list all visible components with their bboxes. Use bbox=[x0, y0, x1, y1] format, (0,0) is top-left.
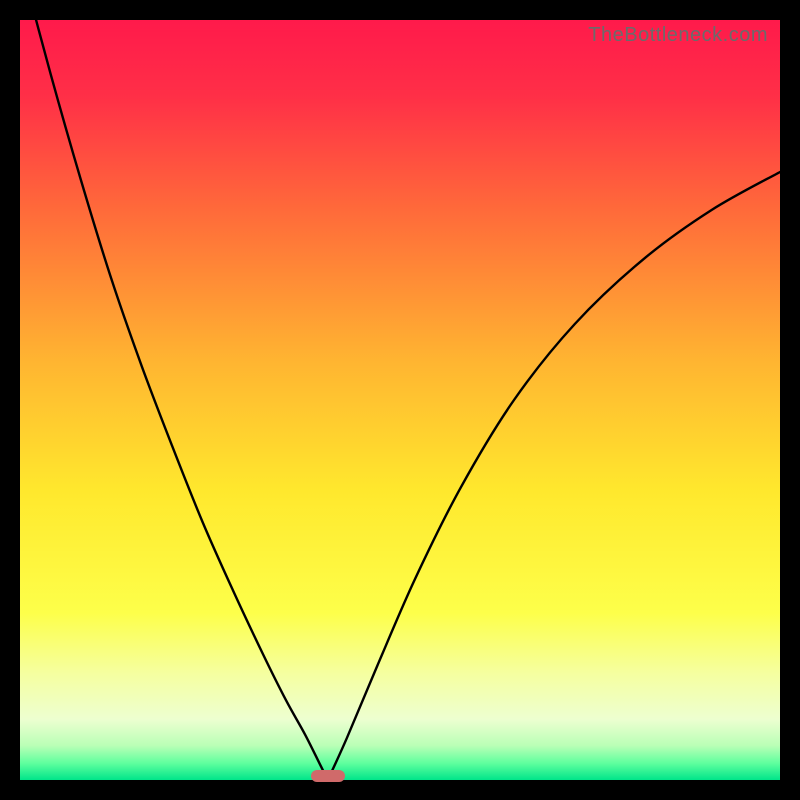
curve-right-branch bbox=[328, 172, 780, 780]
curve-left-branch bbox=[20, 20, 328, 780]
plot-area: TheBottleneck.com bbox=[20, 20, 780, 780]
watermark-text: TheBottleneck.com bbox=[588, 24, 768, 47]
bottleneck-curve bbox=[20, 20, 780, 780]
optimal-point-marker bbox=[311, 770, 345, 782]
